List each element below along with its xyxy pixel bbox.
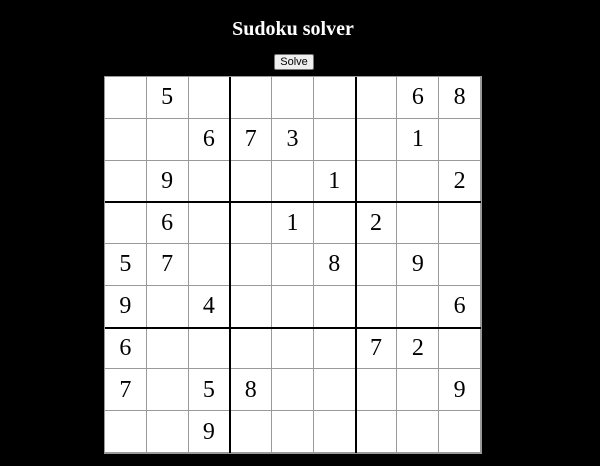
sudoku-cell-r2-c4[interactable]: 7 [230, 118, 273, 161]
sudoku-cell-r8-c5[interactable] [272, 369, 314, 412]
sudoku-cell-r4-c3[interactable] [188, 202, 231, 245]
sudoku-cell-r1-c1[interactable] [105, 77, 147, 119]
sudoku-cell-r5-c3[interactable] [188, 244, 231, 286]
sudoku-cell-r5-c7[interactable] [355, 244, 398, 286]
sudoku-cell-r6-c8[interactable] [397, 285, 440, 328]
sudoku-cell-r9-c6[interactable] [313, 411, 356, 453]
sudoku-cell-r7-c9[interactable] [439, 327, 481, 370]
sudoku-cell-r3-c9[interactable]: 2 [439, 160, 481, 203]
sudoku-cell-r2-c1[interactable] [105, 118, 147, 161]
sudoku-cell-r1-c7[interactable] [355, 77, 398, 119]
sudoku-cell-r1-c8[interactable]: 6 [397, 77, 440, 119]
sudoku-cell-r6-c5[interactable] [272, 285, 314, 328]
sudoku-cell-r7-c4[interactable] [230, 327, 273, 370]
sudoku-cell-r2-c3[interactable]: 6 [188, 118, 231, 161]
sudoku-cell-r1-c2[interactable]: 5 [146, 77, 189, 119]
sudoku-cell-r6-c1[interactable]: 9 [105, 285, 147, 328]
sudoku-board: 5686731912612578994667275899 [104, 76, 482, 454]
sudoku-cell-r2-c6[interactable] [313, 118, 356, 161]
sudoku-cell-r9-c3[interactable]: 9 [188, 411, 231, 453]
sudoku-cell-r8-c2[interactable] [146, 369, 189, 412]
sudoku-cell-r3-c2[interactable]: 9 [146, 160, 189, 203]
sudoku-cell-r5-c4[interactable] [230, 244, 273, 286]
sudoku-cell-r8-c6[interactable] [313, 369, 356, 412]
sudoku-cell-r1-c6[interactable] [313, 77, 356, 119]
sudoku-cell-r8-c4[interactable]: 8 [230, 369, 273, 412]
sudoku-cell-r9-c4[interactable] [230, 411, 273, 453]
sudoku-cell-r6-c4[interactable] [230, 285, 273, 328]
sudoku-cell-r2-c5[interactable]: 3 [272, 118, 314, 161]
sudoku-cell-r6-c7[interactable] [355, 285, 398, 328]
sudoku-cell-r3-c1[interactable] [105, 160, 147, 203]
sudoku-cell-r1-c3[interactable] [188, 77, 231, 119]
sudoku-cell-r3-c4[interactable] [230, 160, 273, 203]
sudoku-cell-r7-c5[interactable] [272, 327, 314, 370]
sudoku-cell-r6-c2[interactable] [146, 285, 189, 328]
sudoku-cell-r8-c8[interactable] [397, 369, 440, 412]
sudoku-cell-r9-c5[interactable] [272, 411, 314, 453]
sudoku-cell-r7-c8[interactable]: 2 [397, 327, 440, 370]
sudoku-cell-r3-c6[interactable]: 1 [313, 160, 356, 203]
sudoku-cell-r7-c6[interactable] [313, 327, 356, 370]
sudoku-cell-r8-c1[interactable]: 7 [105, 369, 147, 412]
sudoku-cell-r3-c8[interactable] [397, 160, 440, 203]
sudoku-cell-r7-c2[interactable] [146, 327, 189, 370]
sudoku-cell-r4-c4[interactable] [230, 202, 273, 245]
sudoku-cell-r3-c3[interactable] [188, 160, 231, 203]
sudoku-cell-r5-c1[interactable]: 5 [105, 244, 147, 286]
box-divider-vertical [354, 77, 357, 453]
sudoku-cell-r3-c7[interactable] [355, 160, 398, 203]
sudoku-cell-r6-c6[interactable] [313, 285, 356, 328]
sudoku-cell-r5-c9[interactable] [439, 244, 481, 286]
sudoku-cell-r4-c6[interactable] [313, 202, 356, 245]
box-divider-horizontal [105, 201, 481, 204]
sudoku-cell-r5-c2[interactable]: 7 [146, 244, 189, 286]
sudoku-cell-r4-c9[interactable] [439, 202, 481, 245]
sudoku-cell-r3-c5[interactable] [272, 160, 314, 203]
sudoku-cell-r6-c3[interactable]: 4 [188, 285, 231, 328]
sudoku-cell-r2-c9[interactable] [439, 118, 481, 161]
box-divider-vertical [229, 77, 232, 453]
sudoku-cell-r1-c9[interactable]: 8 [439, 77, 481, 119]
sudoku-cell-r9-c1[interactable] [105, 411, 147, 453]
sudoku-cell-r9-c2[interactable] [146, 411, 189, 453]
sudoku-cell-r2-c7[interactable] [355, 118, 398, 161]
sudoku-cell-r2-c2[interactable] [146, 118, 189, 161]
sudoku-cell-r9-c9[interactable] [439, 411, 481, 453]
sudoku-cell-r7-c7[interactable]: 7 [355, 327, 398, 370]
sudoku-cell-r4-c2[interactable]: 6 [146, 202, 189, 245]
sudoku-cell-r7-c1[interactable]: 6 [105, 327, 147, 370]
sudoku-cell-r4-c8[interactable] [397, 202, 440, 245]
sudoku-cell-r7-c3[interactable] [188, 327, 231, 370]
sudoku-cell-r5-c8[interactable]: 9 [397, 244, 440, 286]
sudoku-cell-r4-c7[interactable]: 2 [355, 202, 398, 245]
sudoku-cell-r8-c9[interactable]: 9 [439, 369, 481, 412]
sudoku-cell-r4-c1[interactable] [105, 202, 147, 245]
sudoku-cell-r2-c8[interactable]: 1 [397, 118, 440, 161]
page-title: Sudoku solver [232, 18, 354, 40]
sudoku-cell-r5-c6[interactable]: 8 [313, 244, 356, 286]
sudoku-cell-r4-c5[interactable]: 1 [272, 202, 314, 245]
sudoku-cell-r9-c8[interactable] [397, 411, 440, 453]
sudoku-cell-r1-c4[interactable] [230, 77, 273, 119]
sudoku-cell-r5-c5[interactable] [272, 244, 314, 286]
sudoku-cell-r6-c9[interactable]: 6 [439, 285, 481, 328]
sudoku-cell-r9-c7[interactable] [355, 411, 398, 453]
solve-button[interactable]: Solve [274, 54, 314, 70]
sudoku-cell-r8-c3[interactable]: 5 [188, 369, 231, 412]
sudoku-cell-r8-c7[interactable] [355, 369, 398, 412]
sudoku-cell-r1-c5[interactable] [272, 77, 314, 119]
box-divider-horizontal [105, 326, 481, 329]
